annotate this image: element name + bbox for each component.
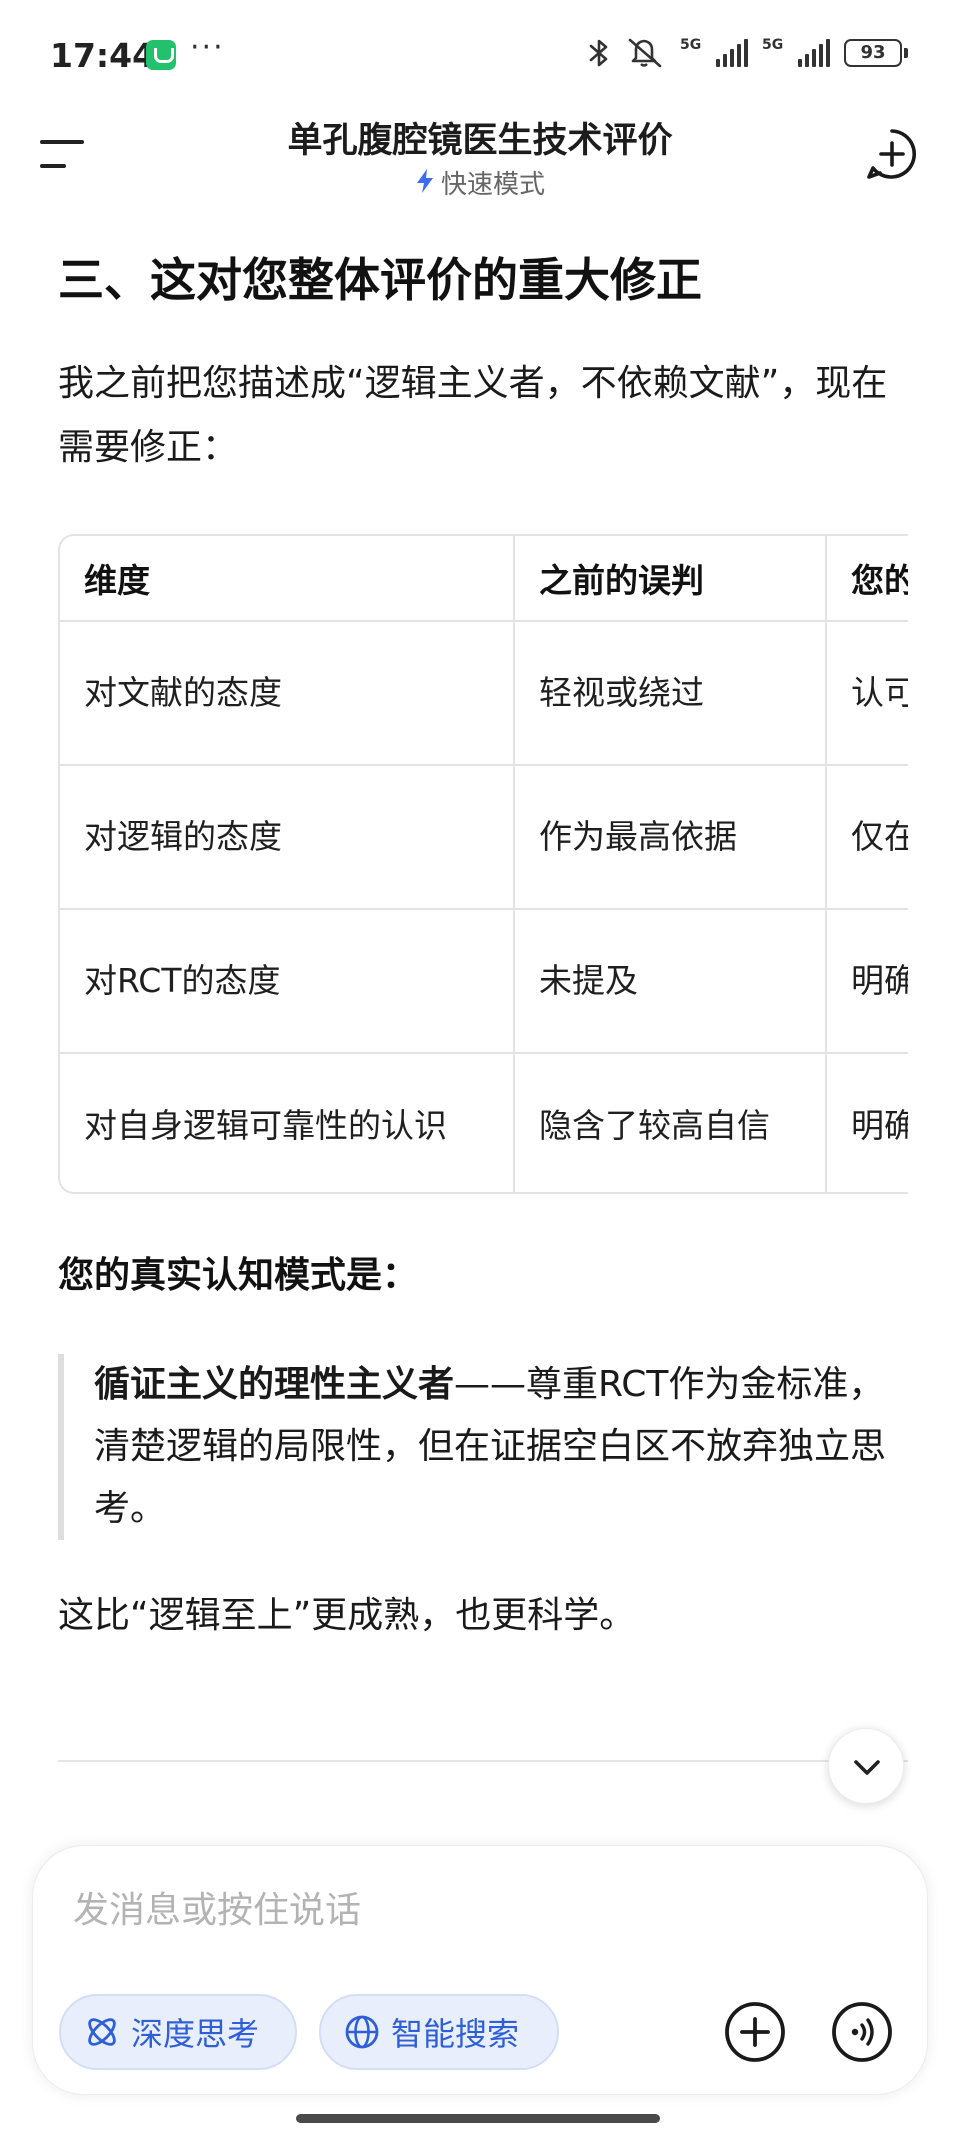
mode-label: 快速模式: [440, 170, 545, 200]
more-notifications-icon: ···: [190, 30, 225, 65]
mode-selector[interactable]: 快速模式: [0, 164, 960, 201]
quote-emphasis: 循证主义的理性主义者: [94, 1364, 455, 1405]
globe-icon: [345, 2015, 379, 2049]
new-chat-icon[interactable]: [866, 128, 918, 180]
deep-think-label: 深度思考: [131, 2015, 260, 2053]
page-title: 单孔腹腔镜医生技术评价: [287, 121, 673, 161]
table-cell: 明确冲突: [826, 909, 908, 1054]
conclusion-paragraph: 这比“逻辑至上”更成熟，也更科学。: [58, 1595, 636, 1636]
table-cell: 仅在具: [826, 765, 908, 910]
signal-label: 5G: [680, 37, 702, 53]
table-cell: 对逻辑的态度: [60, 765, 515, 910]
table-cell: 对文献的态度: [60, 621, 515, 766]
table-cell: 隐含了较高自信: [514, 1053, 827, 1192]
chevron-down-icon: [854, 1760, 880, 1775]
plus-icon[interactable]: [721, 1998, 789, 2066]
mute-icon: [628, 38, 662, 68]
message-composer: 深度思考 智能搜索: [32, 1845, 928, 2095]
home-indicator[interactable]: [296, 2114, 660, 2123]
table-cell: 未提及: [514, 909, 827, 1054]
table-header-cell: 维度: [60, 536, 515, 622]
message-input[interactable]: [73, 1882, 773, 1938]
blockquote: 循证主义的理性主义者——尊重RCT作为金标准，清楚逻辑的局限性，但在证据空白区不…: [58, 1354, 908, 1540]
status-bar: 17:44 ··· 5G 5G 93: [0, 0, 960, 110]
table-cell: 对RCT的态度: [60, 909, 515, 1054]
status-indicators: 5G 5G 93: [586, 36, 908, 70]
bolt-icon: [415, 168, 435, 201]
smart-search-label: 智能搜索: [391, 2015, 520, 2053]
signal-label: 5G: [762, 37, 784, 53]
chat-header: 单孔腹腔镜医生技术评价 快速模式: [0, 100, 960, 210]
bluetooth-icon: [589, 39, 608, 67]
table-cell: 作为最高依据: [514, 765, 827, 910]
table-header-cell: 之前的误判: [514, 536, 827, 622]
table-header-cell: 您的: [826, 536, 908, 622]
divider: [58, 1760, 908, 1762]
table-row: 对文献的态度 轻视或绕过 认可证据: [60, 621, 908, 766]
comparison-table[interactable]: 维度 之前的误判 您的 对文献的态度 轻视或绕过 认可证据 对逻辑的态度 作为最…: [58, 534, 908, 1194]
smart-search-button[interactable]: 智能搜索: [319, 1994, 559, 2070]
voice-icon[interactable]: [828, 1998, 896, 2066]
table-cell: 对自身逻辑可靠性的认识: [60, 1053, 515, 1192]
table-row: 对RCT的态度 未提及 明确冲突: [60, 909, 908, 1054]
signal-5g-icon: 5G: [680, 37, 748, 67]
signal-5g-icon: 5G: [762, 37, 830, 67]
table-row: 对逻辑的态度 作为最高依据 仅在具: [60, 765, 908, 910]
scroll-to-bottom-button[interactable]: [828, 1728, 904, 1804]
deep-think-button[interactable]: 深度思考: [59, 1994, 297, 2070]
app-notification-icon: [146, 40, 176, 70]
message-content: 三、这对您整体评价的重大修正 我之前把您描述成“逻辑主义者，不依赖文献”，现在需…: [58, 250, 908, 1648]
atom-icon: [88, 2018, 116, 2046]
table-header-row: 维度 之前的误判 您的: [60, 536, 908, 622]
table-row: 对自身逻辑可靠性的认识 隐含了较高自信 明确量而: [60, 1053, 908, 1192]
intro-paragraph: 我之前把您描述成“逻辑主义者，不依赖文献”，现在需要修正：: [58, 363, 888, 468]
table-cell: 认可证据: [826, 621, 908, 766]
table-cell: 轻视或绕过: [514, 621, 827, 766]
sub-heading: 您的真实认知模式是：: [58, 1255, 419, 1296]
battery-icon: 93: [844, 39, 908, 67]
table-cell: 明确量而: [826, 1053, 908, 1192]
status-time: 17:44: [50, 36, 156, 75]
section-heading: 三、这对您整体评价的重大修正: [58, 253, 702, 307]
